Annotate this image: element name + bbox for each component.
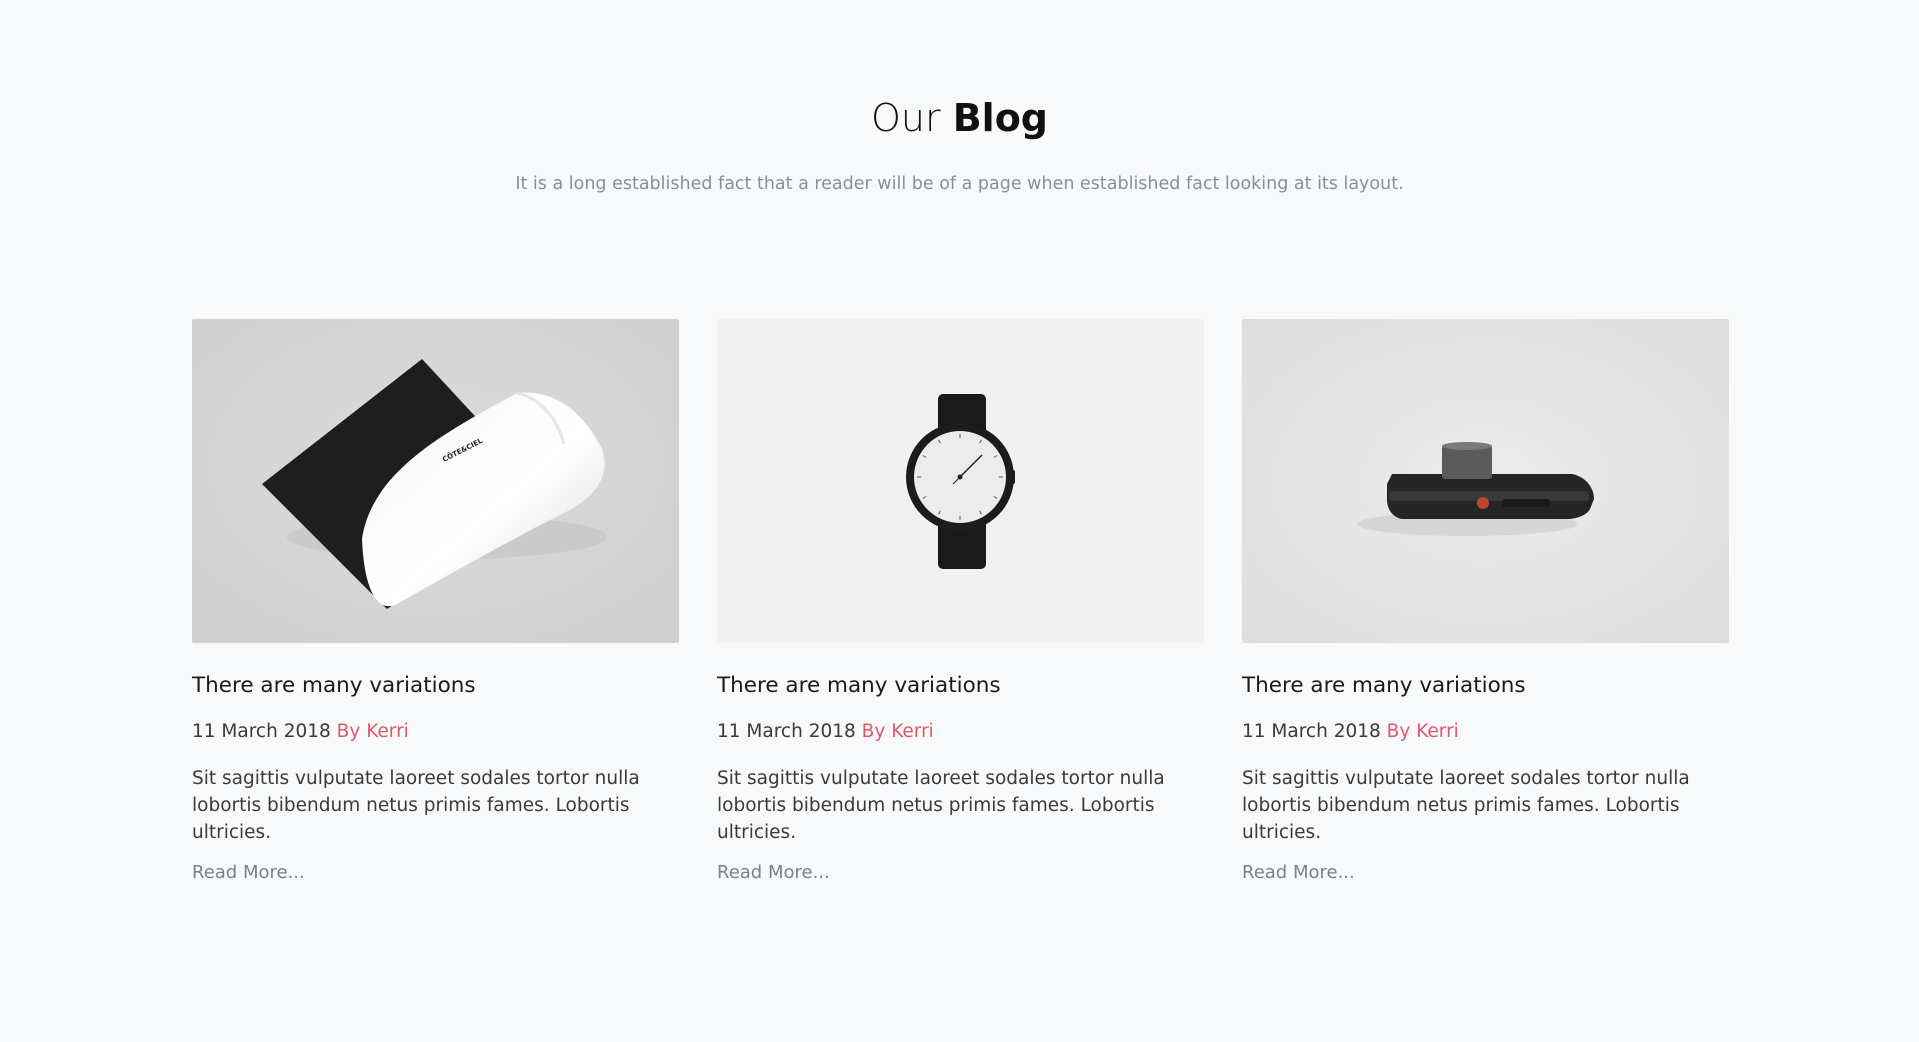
blog-card: There are many variations 11 March 2018 … (1242, 319, 1729, 883)
post-excerpt: Sit sagittis vulputate laoreet sodales t… (717, 767, 1165, 843)
post-date: 11 March 2018 (1242, 720, 1381, 742)
post-title[interactable]: There are many variations (1242, 673, 1729, 699)
read-more-link[interactable]: Read More... (192, 862, 305, 883)
blog-card: There are many variations 11 March 2018 … (717, 319, 1204, 883)
blog-section: Our Blog It is a long established fact t… (0, 0, 1919, 1042)
heading-light-text: Our (870, 96, 941, 140)
post-title[interactable]: There are many variations (192, 673, 679, 699)
instant-camera-image[interactable] (1242, 319, 1729, 643)
post-excerpt: Sit sagittis vulputate laoreet sodales t… (192, 767, 640, 843)
post-author-link[interactable]: By Kerri (337, 721, 409, 742)
post-date: 11 March 2018 (717, 720, 856, 742)
blog-card: CÔTE&CIEL There are many variations 11 M… (192, 319, 679, 883)
post-title[interactable]: There are many variations (717, 673, 1204, 699)
read-more-link[interactable]: Read More... (717, 862, 830, 883)
post-meta: 11 March 2018 By Kerri (192, 720, 679, 744)
blog-cards: CÔTE&CIEL There are many variations 11 M… (192, 319, 1729, 883)
blog-heading: Our Blog (0, 96, 1919, 140)
blog-subtitle: It is a long established fact that a rea… (515, 174, 1404, 194)
post-excerpt: Sit sagittis vulputate laoreet sodales t… (1242, 767, 1690, 843)
post-date: 11 March 2018 (192, 720, 331, 742)
post-meta: 11 March 2018 By Kerri (717, 720, 1204, 744)
post-author-link[interactable]: By Kerri (862, 721, 934, 742)
heading-bold-text: Blog (952, 96, 1048, 140)
envelope-mockup-image[interactable]: CÔTE&CIEL (192, 319, 679, 643)
post-meta: 11 March 2018 By Kerri (1242, 720, 1729, 744)
read-more-link[interactable]: Read More... (1242, 862, 1355, 883)
wristwatch-image[interactable] (717, 319, 1204, 643)
post-author-link[interactable]: By Kerri (1387, 721, 1459, 742)
